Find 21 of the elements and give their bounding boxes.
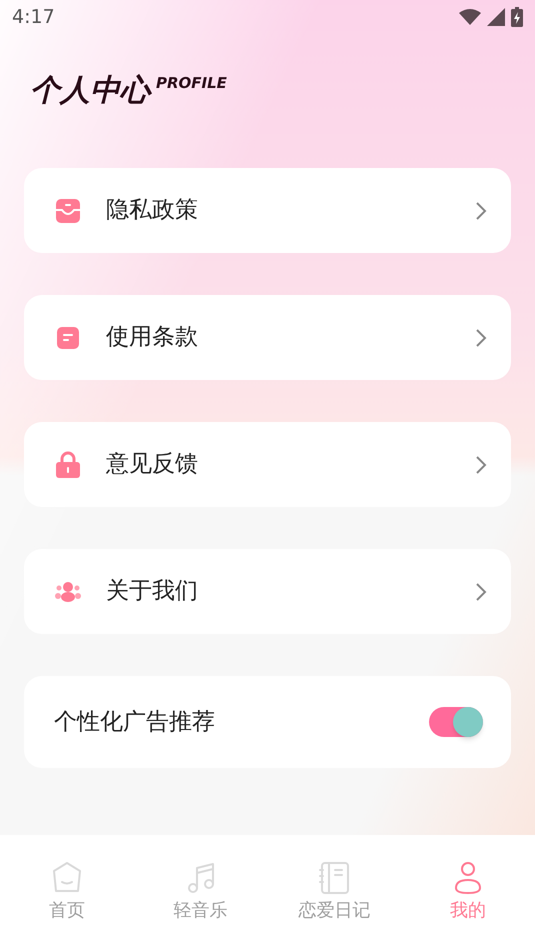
menu-item[interactable]: 意见反馈 <box>24 422 511 507</box>
menu-item[interactable]: 使用条款 <box>24 295 511 380</box>
people-icon <box>55 580 81 602</box>
chevron-right-icon <box>475 328 487 348</box>
page-title: 个人中心 <box>30 76 150 106</box>
envelope-icon <box>55 198 81 224</box>
chevron-right-icon <box>475 200 487 220</box>
battery-icon <box>511 7 523 27</box>
status-time: 4:17 <box>12 4 55 30</box>
notebook-icon <box>317 861 352 895</box>
lock-icon <box>55 450 81 478</box>
setting-label: 个性化广告推荐 <box>54 708 216 737</box>
page-subtitle: PROFILE <box>156 76 227 91</box>
chevron-right-icon <box>475 454 487 474</box>
document-icon <box>56 326 80 350</box>
menu-item[interactable]: 隐私政策 <box>24 168 511 253</box>
wifi-icon <box>459 9 481 25</box>
signal-icon <box>487 8 505 26</box>
chevron-right-icon <box>475 582 487 602</box>
toggle-switch[interactable] <box>429 707 483 737</box>
menu-item[interactable]: 关于我们 <box>24 549 511 634</box>
